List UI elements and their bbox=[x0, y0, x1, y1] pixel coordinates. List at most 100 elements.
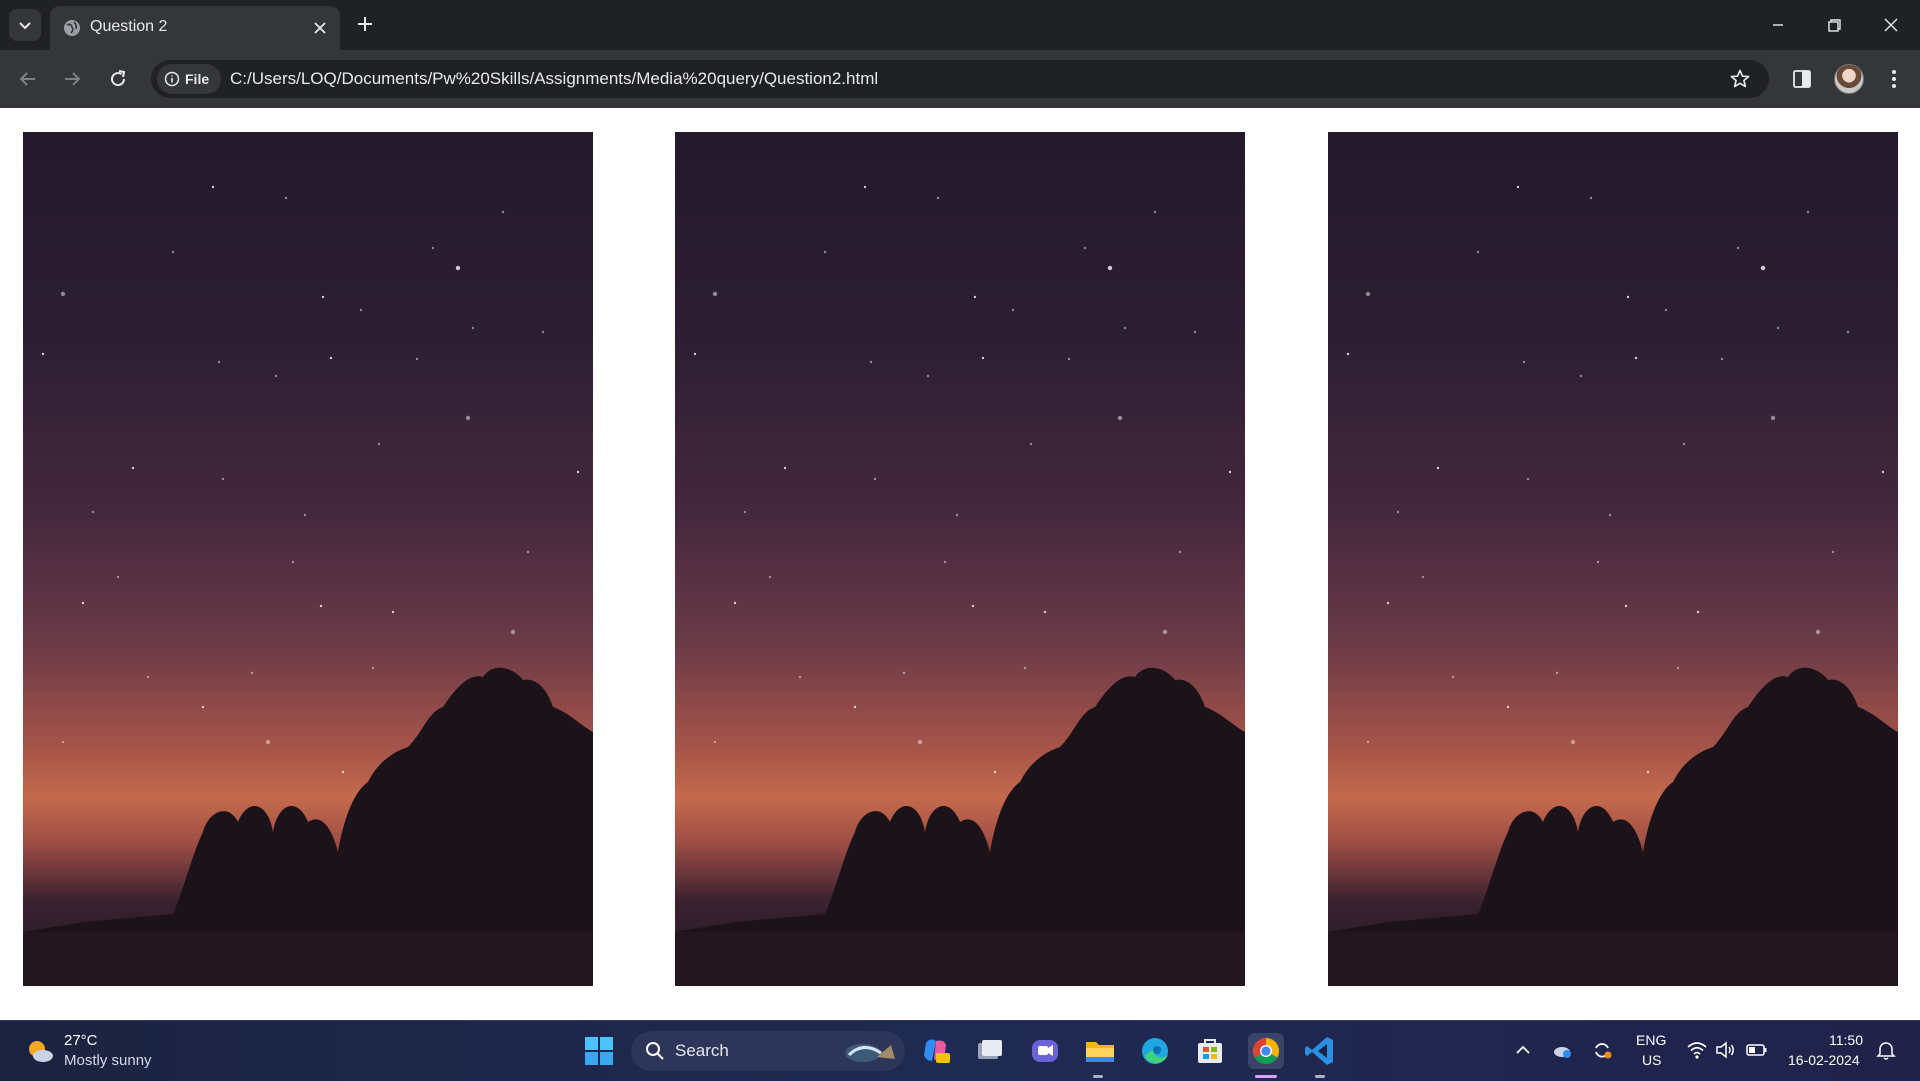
sync-status-icon[interactable] bbox=[1591, 1039, 1613, 1061]
input-language[interactable]: ENG bbox=[1636, 1032, 1666, 1048]
star bbox=[431, 246, 435, 250]
star bbox=[943, 560, 947, 564]
star bbox=[1682, 442, 1686, 446]
star bbox=[217, 360, 221, 364]
weather-condition[interactable]: Mostly sunny bbox=[64, 1052, 152, 1069]
star bbox=[973, 295, 977, 299]
star bbox=[377, 442, 381, 446]
star bbox=[1646, 770, 1650, 774]
tab-title: Question 2 bbox=[90, 18, 168, 35]
side-panel-icon[interactable] bbox=[1790, 67, 1814, 91]
teams-chat-icon[interactable] bbox=[1027, 1033, 1063, 1069]
close-tab-icon[interactable] bbox=[310, 18, 330, 38]
star bbox=[1386, 601, 1390, 605]
microsoft-store-icon[interactable] bbox=[1192, 1033, 1228, 1069]
file-explorer-icon[interactable] bbox=[1082, 1033, 1118, 1069]
star bbox=[1083, 246, 1087, 250]
star bbox=[319, 604, 323, 608]
wifi-icon[interactable] bbox=[1686, 1039, 1708, 1061]
new-tab-icon[interactable] bbox=[353, 12, 377, 36]
star bbox=[265, 739, 271, 745]
star bbox=[541, 330, 545, 334]
bookmark-star-icon[interactable] bbox=[1729, 68, 1751, 90]
battery-icon[interactable] bbox=[1746, 1039, 1768, 1061]
restore-icon[interactable] bbox=[1821, 12, 1847, 38]
tab-question-2[interactable]: Question 2 bbox=[50, 6, 340, 50]
close-window-icon[interactable] bbox=[1878, 12, 1904, 38]
star bbox=[1476, 250, 1480, 254]
star bbox=[1516, 185, 1520, 189]
star bbox=[863, 185, 867, 189]
night-sky-scene bbox=[23, 185, 593, 986]
star bbox=[415, 357, 419, 361]
star bbox=[250, 671, 254, 675]
vscode-icon[interactable] bbox=[1302, 1033, 1338, 1069]
star bbox=[471, 326, 475, 330]
star bbox=[91, 510, 95, 514]
star bbox=[1123, 326, 1127, 330]
more-menu-icon[interactable] bbox=[1882, 67, 1906, 91]
address-bar[interactable]: File C:/Users/LOQ/Documents/Pw%20Skills/… bbox=[151, 60, 1769, 98]
star bbox=[341, 770, 345, 774]
star bbox=[853, 705, 857, 709]
forward-arrow-icon[interactable] bbox=[60, 67, 84, 91]
star bbox=[60, 291, 66, 297]
globe-icon bbox=[64, 20, 80, 36]
star bbox=[917, 739, 923, 745]
windows-start-icon[interactable] bbox=[581, 1033, 617, 1069]
star bbox=[1720, 357, 1724, 361]
chrome-active-indicator bbox=[1255, 1075, 1277, 1078]
task-view-icon[interactable] bbox=[972, 1033, 1008, 1069]
star bbox=[1366, 740, 1370, 744]
star bbox=[371, 666, 375, 670]
chrome-browser-icon[interactable] bbox=[1248, 1033, 1284, 1069]
taskbar-search[interactable]: Search bbox=[631, 1031, 905, 1071]
star bbox=[1570, 739, 1576, 745]
browser-toolbar: File C:/Users/LOQ/Documents/Pw%20Skills/… bbox=[0, 50, 1920, 108]
explorer-running-indicator bbox=[1093, 1075, 1103, 1078]
star bbox=[733, 601, 737, 605]
minimize-icon[interactable] bbox=[1765, 12, 1791, 38]
star bbox=[902, 671, 906, 675]
star bbox=[455, 265, 461, 271]
star bbox=[798, 675, 802, 679]
star bbox=[1806, 210, 1810, 214]
tab-search-button[interactable] bbox=[9, 9, 41, 41]
back-arrow-icon[interactable] bbox=[16, 67, 40, 91]
notification-bell-icon[interactable] bbox=[1875, 1039, 1897, 1061]
star bbox=[873, 477, 877, 481]
star bbox=[1770, 415, 1776, 421]
volume-icon[interactable] bbox=[1714, 1039, 1736, 1061]
site-info-chip[interactable]: File bbox=[157, 64, 221, 94]
input-region[interactable]: US bbox=[1642, 1052, 1661, 1068]
star bbox=[291, 560, 295, 564]
reload-icon[interactable] bbox=[106, 67, 130, 91]
night-sky-scene bbox=[1328, 185, 1898, 986]
search-icon bbox=[646, 1042, 664, 1060]
clock-date[interactable]: 16-02-2024 bbox=[1788, 1052, 1860, 1068]
star bbox=[783, 466, 787, 470]
ground bbox=[23, 932, 593, 986]
star bbox=[576, 470, 580, 474]
star bbox=[823, 250, 827, 254]
edge-browser-icon[interactable] bbox=[1137, 1033, 1173, 1069]
weather-temperature[interactable]: 27°C bbox=[64, 1032, 98, 1049]
onedrive-cloud-icon[interactable] bbox=[1551, 1039, 1573, 1061]
url-text[interactable]: C:/Users/LOQ/Documents/Pw%20Skills/Assig… bbox=[230, 69, 878, 89]
partly-sunny-weather-icon[interactable] bbox=[24, 1035, 56, 1067]
copilot-icon[interactable] bbox=[918, 1033, 954, 1069]
star bbox=[1396, 510, 1400, 514]
star bbox=[1043, 610, 1047, 614]
star bbox=[201, 705, 205, 709]
star bbox=[1193, 330, 1197, 334]
star bbox=[116, 575, 120, 579]
star bbox=[971, 604, 975, 608]
star bbox=[1664, 308, 1668, 312]
show-hidden-icons-chevron-up-icon[interactable] bbox=[1512, 1039, 1534, 1061]
star bbox=[768, 575, 772, 579]
clock-time[interactable]: 11:50 bbox=[1829, 1032, 1863, 1048]
star bbox=[1011, 308, 1015, 312]
ground bbox=[1328, 932, 1898, 986]
profile-avatar[interactable] bbox=[1834, 64, 1864, 94]
star bbox=[274, 374, 278, 378]
